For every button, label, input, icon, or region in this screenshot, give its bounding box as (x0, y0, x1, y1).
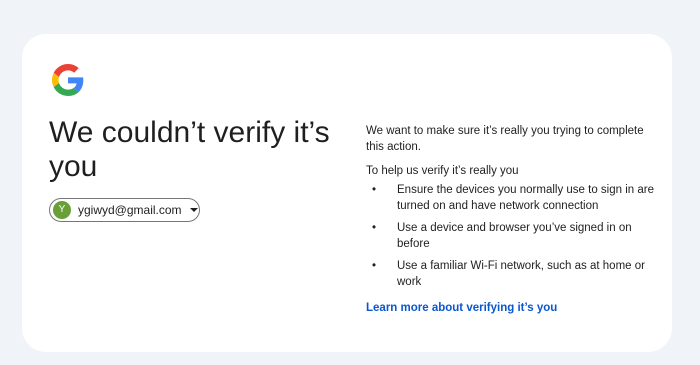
list-item: • Use a familiar Wi-Fi network, such as … (366, 258, 656, 290)
account-chip[interactable]: Y ygiwyd@gmail.com (49, 198, 200, 222)
account-email: ygiwyd@gmail.com (78, 203, 182, 217)
google-logo-icon (52, 64, 84, 96)
avatar: Y (53, 201, 71, 219)
verification-card: We couldn’t verify it’s you Y ygiwyd@gma… (22, 34, 672, 352)
tips-list: • Ensure the devices you normally use to… (366, 182, 656, 290)
bullet-icon: • (372, 260, 377, 272)
intro-text: We want to make sure it’s really you try… (366, 125, 644, 153)
list-item: • Ensure the devices you normally use to… (366, 182, 656, 214)
help-heading: To help us verify it’s really you (366, 165, 519, 177)
tip-text: Ensure the devices you normally use to s… (397, 184, 654, 212)
tip-text: Use a familiar Wi-Fi network, such as at… (397, 260, 645, 288)
bullet-icon: • (372, 222, 377, 234)
list-item: • Use a device and browser you’ve signed… (366, 220, 656, 252)
page-title: We couldn’t verify it’s you (49, 116, 330, 183)
bullet-icon: • (372, 184, 377, 196)
tip-text: Use a device and browser you’ve signed i… (397, 222, 632, 250)
caret-down-icon (189, 208, 198, 212)
learn-more-link[interactable]: Learn more about verifying it’s you (366, 300, 557, 316)
info-panel: We want to make sure it’s really you try… (366, 123, 656, 316)
